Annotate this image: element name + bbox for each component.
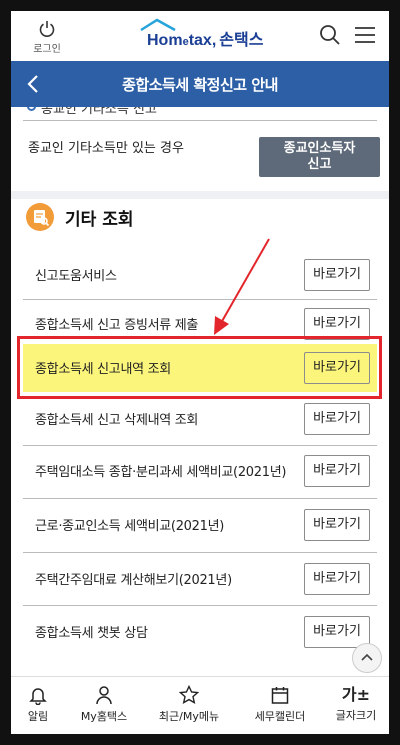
login-label: 로그인 bbox=[33, 44, 61, 55]
go-button[interactable]: 바로가기 bbox=[304, 259, 370, 291]
person-icon bbox=[96, 686, 112, 705]
star-icon bbox=[179, 685, 199, 704]
religious-income-filing-button[interactable]: 종교인소득자 신고 bbox=[259, 137, 380, 177]
nav-notifications[interactable]: 알림 bbox=[11, 685, 71, 724]
list-item-label: 종합소득세 챗봇 상담 bbox=[35, 626, 148, 641]
go-button[interactable]: 바로가기 bbox=[304, 509, 370, 541]
list-item: 신고도움서비스 바로가기 bbox=[23, 251, 377, 299]
list-item: 종합소득세 신고 삭제내역 조회 바로가기 bbox=[23, 395, 377, 443]
list-item-label: 신고도움서비스 bbox=[35, 269, 117, 284]
power-icon bbox=[39, 21, 55, 37]
font-size-icon: 가± bbox=[341, 685, 371, 704]
divider bbox=[23, 120, 377, 121]
list-item-label: 근로·종교인소득 세액비교(2021년) bbox=[35, 519, 225, 534]
bell-icon bbox=[29, 688, 47, 705]
divider bbox=[23, 552, 377, 553]
app-screen: 로그인 Hometax, 손택스 종합소득세 확정신고 안내 종교인 기타소득 … bbox=[11, 11, 389, 734]
nav-recent-my-menu[interactable]: 최근/My메뉴 bbox=[156, 685, 222, 724]
bottom-navigation: 알림 My홈택스 최근/My메뉴 세무캘린더 가± 글자크기 bbox=[11, 676, 389, 734]
list-item: 주택임대소득 종합·분리과세 세액비교(2021년) 바로가기 bbox=[23, 447, 377, 495]
list-item: 종합소득세 챗봇 상담 바로가기 bbox=[23, 608, 377, 656]
page-title-bar: 종합소득세 확정신고 안내 bbox=[11, 61, 389, 107]
list-item-label: 주택임대소득 종합·분리과세 세액비교(2021년) bbox=[35, 465, 287, 480]
list-item: 근로·종교인소득 세액비교(2021년) 바로가기 bbox=[23, 501, 377, 549]
logo-text: Hometax, 손택스 bbox=[147, 32, 264, 49]
page-title: 종합소득세 확정신고 안내 bbox=[122, 76, 278, 94]
go-button[interactable]: 바로가기 bbox=[304, 403, 370, 435]
list-item-label: 종합소득세 신고 삭제내역 조회 bbox=[35, 413, 199, 428]
prev-section-heading: 종교인 기타소득 신고 bbox=[27, 107, 227, 117]
nav-my-hometax[interactable]: My홈택스 bbox=[71, 685, 137, 724]
go-button[interactable]: 바로가기 bbox=[304, 455, 370, 487]
list-item-label: 주택간주임대료 계산해보기(2021년) bbox=[35, 573, 232, 588]
divider bbox=[23, 498, 377, 499]
nav-tax-calendar[interactable]: 세무캘린더 bbox=[247, 685, 313, 724]
list-item-label: 종합소득세 신고 증빙서류 제출 bbox=[35, 318, 199, 333]
bullet-icon bbox=[27, 107, 36, 111]
chevron-up-icon bbox=[361, 653, 373, 661]
highlight-annotation-box bbox=[17, 336, 382, 399]
document-search-icon bbox=[26, 203, 54, 231]
prev-section-description: 종교인 기타소득만 있는 경우 bbox=[28, 141, 184, 156]
nav-font-size[interactable]: 가± 글자크기 bbox=[323, 685, 389, 723]
top-header: 로그인 Hometax, 손택스 bbox=[11, 11, 389, 61]
divider bbox=[23, 605, 377, 606]
divider bbox=[23, 445, 377, 446]
go-button[interactable]: 바로가기 bbox=[304, 563, 370, 595]
list-item: 주택간주임대료 계산해보기(2021년) 바로가기 bbox=[23, 555, 377, 603]
hamburger-menu-icon[interactable] bbox=[355, 26, 375, 44]
scroll-to-top-button[interactable] bbox=[352, 643, 382, 673]
search-icon[interactable] bbox=[319, 24, 341, 46]
login-button[interactable]: 로그인 bbox=[25, 19, 69, 55]
section-title: 기타 조회 bbox=[65, 210, 134, 230]
calendar-icon bbox=[271, 687, 289, 704]
section-separator bbox=[11, 191, 389, 199]
